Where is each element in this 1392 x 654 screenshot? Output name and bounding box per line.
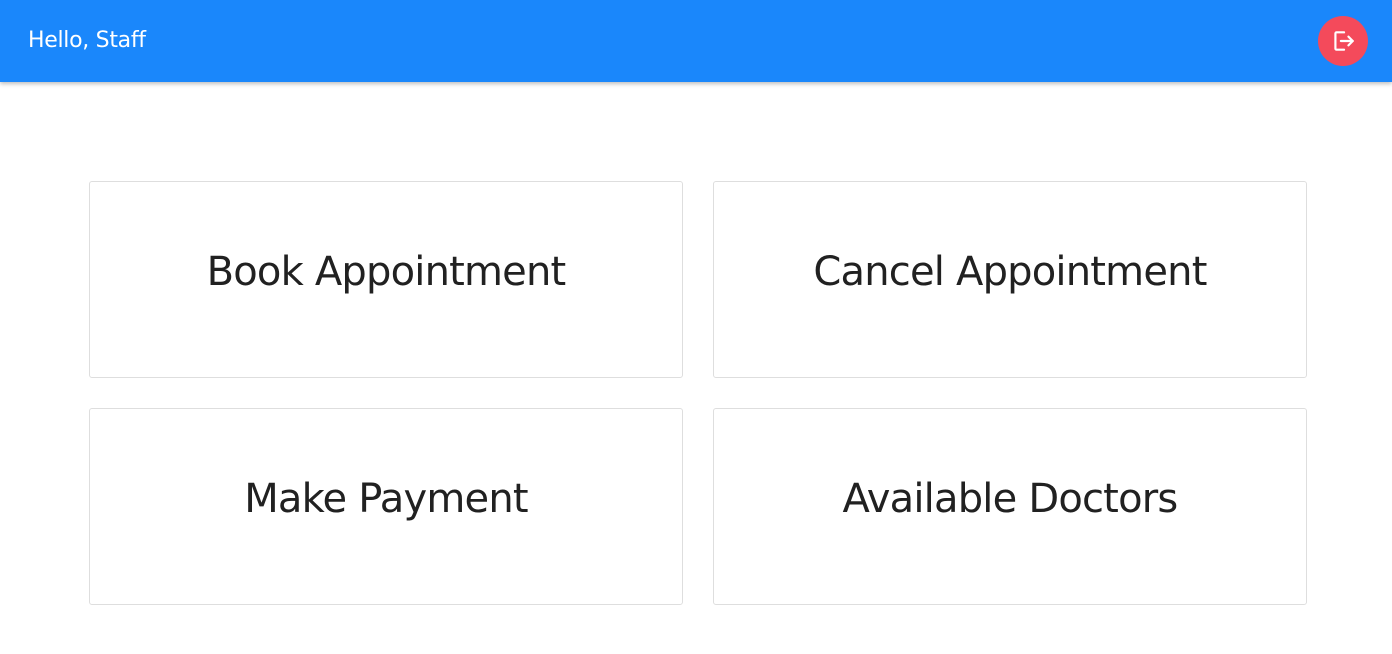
book-appointment-label: Book Appointment: [206, 248, 567, 295]
top-navbar: Hello, Staff: [0, 0, 1392, 82]
book-appointment-card[interactable]: Book Appointment: [89, 181, 683, 378]
logout-button[interactable]: [1318, 16, 1368, 66]
logout-icon: [1330, 28, 1356, 54]
greeting-text: Hello, Staff: [28, 28, 146, 53]
available-doctors-card[interactable]: Available Doctors: [713, 408, 1307, 605]
make-payment-card[interactable]: Make Payment: [89, 408, 683, 605]
available-doctors-label: Available Doctors: [842, 475, 1179, 522]
cancel-appointment-card[interactable]: Cancel Appointment: [713, 181, 1307, 378]
cancel-appointment-label: Cancel Appointment: [813, 248, 1207, 295]
make-payment-label: Make Payment: [244, 475, 528, 522]
